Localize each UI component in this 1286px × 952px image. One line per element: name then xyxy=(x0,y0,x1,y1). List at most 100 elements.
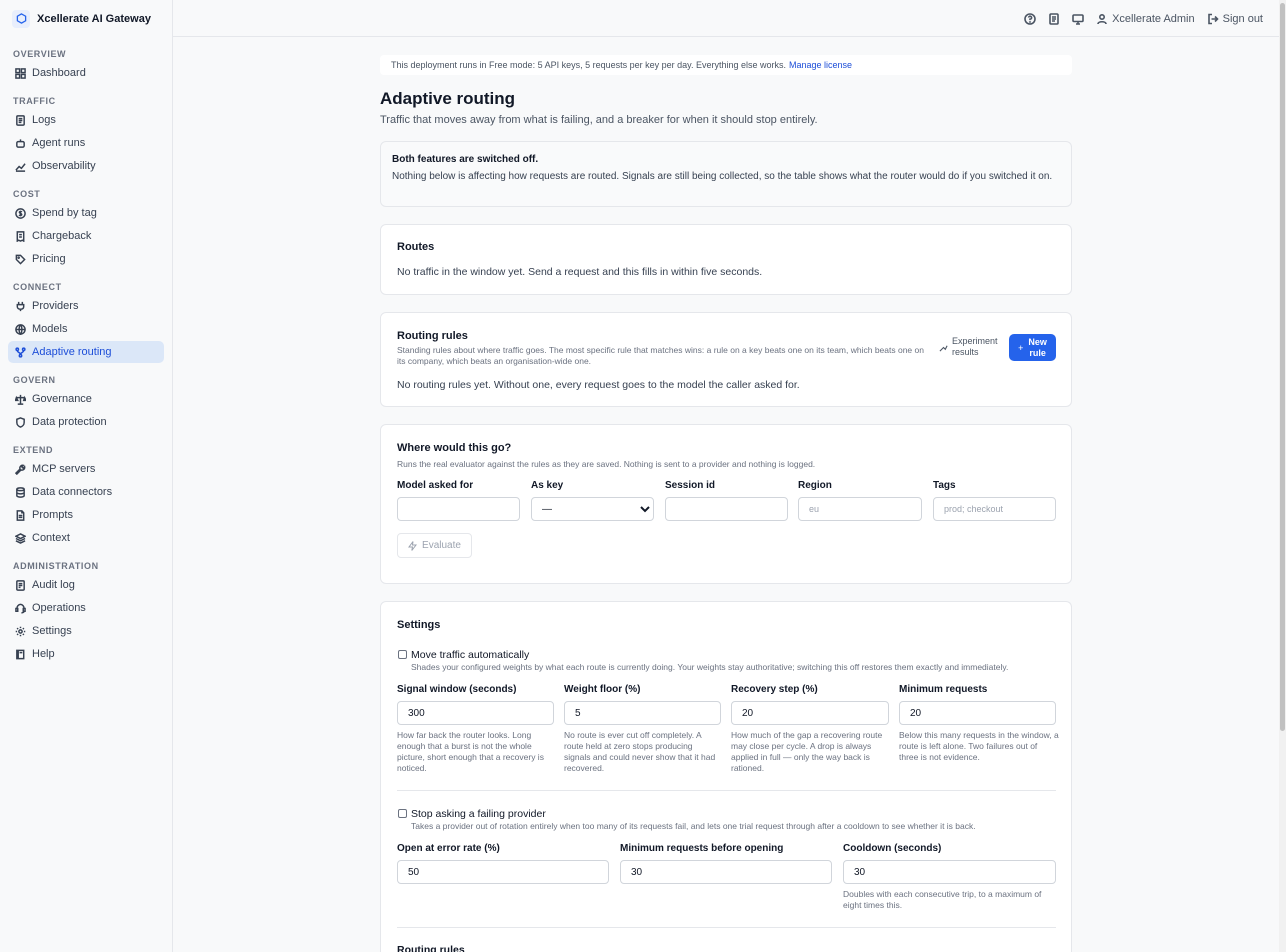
sidebar-item-prompts[interactable]: Prompts xyxy=(8,504,164,526)
sidebar-item-data-protection[interactable]: Data protection xyxy=(8,411,164,433)
sidebar-item-pricing[interactable]: Pricing xyxy=(8,248,164,270)
sidebar-item-logs[interactable]: Logs xyxy=(8,109,164,131)
topbar: Xcellerate Admin Sign out xyxy=(173,0,1279,37)
session-input[interactable] xyxy=(665,497,788,521)
sidebar-item-data-connectors[interactable]: Data connectors xyxy=(8,481,164,503)
cooldown-help: Doubles with each consecutive trip, to a… xyxy=(843,889,1042,910)
user-icon xyxy=(1096,13,1108,25)
sidebar-item-spend-by-tag[interactable]: Spend by tag xyxy=(8,202,164,224)
sidebar-item-help[interactable]: Help xyxy=(8,643,164,665)
error-rate-label: Open at error rate (%) xyxy=(397,843,500,854)
next-routing-rules-heading: Routing rules xyxy=(397,944,465,952)
sidebar-item-context[interactable]: Context xyxy=(8,527,164,549)
cooldown-input[interactable] xyxy=(843,860,1056,884)
breaker-label[interactable]: Stop asking a failing provider xyxy=(411,808,546,820)
min-requests-opening-input[interactable] xyxy=(620,860,832,884)
move-traffic-checkbox[interactable] xyxy=(398,650,407,659)
scroll-thumb[interactable] xyxy=(1280,3,1285,731)
page-scrollbar[interactable] xyxy=(1279,0,1286,952)
sidebar-item-observability[interactable]: Observability xyxy=(8,155,164,177)
sidebar-item-dashboard[interactable]: Dashboard xyxy=(8,62,164,84)
signal-window-help: How far back the router looks. Long enou… xyxy=(397,730,544,773)
sidebar-item-chargeback[interactable]: Chargeback xyxy=(8,225,164,247)
sidebar-item-audit-log[interactable]: Audit log xyxy=(8,574,164,596)
new-rule-button[interactable]: + New rule xyxy=(1009,334,1056,361)
chart-icon xyxy=(14,160,26,172)
notice-title: Both features are switched off. xyxy=(392,154,539,165)
move-traffic-label[interactable]: Move traffic automatically xyxy=(411,649,529,661)
key-select[interactable]: — xyxy=(531,497,654,521)
weight-floor-input[interactable] xyxy=(564,701,721,725)
features-off-notice: Both features are switched off. Nothing … xyxy=(380,141,1072,207)
evaluate-button[interactable]: Evaluate xyxy=(397,533,472,558)
move-traffic-description: Shades your configured weights by what e… xyxy=(411,662,1009,672)
evaluator-description: Runs the real evaluator against the rule… xyxy=(397,459,816,469)
sidebar-item-label: Audit log xyxy=(32,579,75,591)
routing-rules-title: Routing rules xyxy=(397,330,468,342)
nav-section-title: EXTEND xyxy=(13,445,54,455)
nav-section-traffic: TRAFFIC Logs Agent runs Observability xyxy=(0,93,172,177)
sidebar-item-operations[interactable]: Operations xyxy=(8,597,164,619)
plus-icon: + xyxy=(1018,342,1024,353)
sidebar-item-providers[interactable]: Providers xyxy=(8,295,164,317)
error-rate-input[interactable] xyxy=(397,860,609,884)
wrench-icon xyxy=(14,463,26,475)
sign-out-icon xyxy=(1207,13,1219,25)
shield-icon xyxy=(14,416,26,428)
agent-icon xyxy=(14,137,26,149)
brand[interactable]: Xcellerate AI Gateway xyxy=(0,0,172,37)
settings-title: Settings xyxy=(397,619,441,631)
sidebar-item-label: Spend by tag xyxy=(32,207,97,219)
dashboard-icon xyxy=(14,67,26,79)
nav-section-administration: ADMINISTRATION Audit log Operations Setting… xyxy=(0,558,172,665)
page-subtitle: Traffic that moves away from what is fai… xyxy=(380,114,818,126)
routes-card: Routes No traffic in the window yet. Sen… xyxy=(380,224,1072,295)
routing-rules-card: Routing rules Standing rules about where… xyxy=(380,312,1072,407)
sidebar-item-label: Governance xyxy=(32,393,92,405)
monitor-icon[interactable] xyxy=(1072,13,1084,25)
model-input[interactable] xyxy=(397,497,520,521)
sidebar-item-mcp-servers[interactable]: MCP servers xyxy=(8,458,164,480)
nav-section-title: OVERVIEW xyxy=(13,49,67,59)
region-input[interactable] xyxy=(798,497,922,521)
minimum-requests-input[interactable] xyxy=(899,701,1056,725)
routing-rules-description: Standing rules about where traffic goes.… xyxy=(397,345,924,366)
tag-icon xyxy=(14,253,26,265)
sidebar-item-models[interactable]: Models xyxy=(8,318,164,340)
document-icon[interactable] xyxy=(1048,12,1060,25)
sidebar-item-settings[interactable]: Settings xyxy=(8,620,164,642)
sidebar-item-label: Models xyxy=(32,323,68,335)
nav-section-title: TRAFFIC xyxy=(13,96,56,106)
nav-section-title: CONNECT xyxy=(13,282,62,292)
user-menu[interactable]: Xcellerate Admin xyxy=(1096,13,1195,25)
brand-name: Xcellerate AI Gateway xyxy=(37,12,151,25)
breaker-checkbox[interactable] xyxy=(398,809,407,818)
nav-section-cost: COST Spend by tag Chargeback Pricing xyxy=(0,186,172,270)
settings-divider-2 xyxy=(397,927,1056,928)
recovery-step-label: Recovery step (%) xyxy=(731,684,818,695)
signal-window-label: Signal window (seconds) xyxy=(397,684,517,695)
new-rule-label-2: rule xyxy=(1029,347,1046,358)
experiment-label-2: results xyxy=(952,347,979,357)
weight-floor-help: No route is ever cut off completely. A r… xyxy=(564,730,716,773)
recovery-step-help: How much of the gap a recovering route m… xyxy=(731,730,883,773)
settings-card: Settings Move traffic automatically Shad… xyxy=(380,601,1072,952)
signal-window-input[interactable] xyxy=(397,701,554,725)
manage-license-link[interactable]: Manage license xyxy=(789,60,852,70)
sidebar-item-label: Operations xyxy=(32,602,86,614)
tags-input[interactable] xyxy=(933,497,1056,521)
experiment-results-button[interactable]: Experiment results xyxy=(939,336,998,358)
audit-icon xyxy=(14,579,26,591)
help-circle-icon[interactable] xyxy=(1024,12,1036,25)
sidebar-item-adaptive-routing[interactable]: Adaptive routing xyxy=(8,341,164,363)
evaluate-label: Evaluate xyxy=(422,540,461,551)
dollar-icon xyxy=(14,207,26,219)
sign-out-button[interactable]: Sign out xyxy=(1207,13,1263,25)
logs-icon xyxy=(14,114,26,126)
recovery-step-input[interactable] xyxy=(731,701,889,725)
sidebar-item-label: Context xyxy=(32,532,70,544)
sidebar-item-label: Settings xyxy=(32,625,72,637)
sidebar-item-governance[interactable]: Governance xyxy=(8,388,164,410)
nav-section-title: GOVERN xyxy=(13,375,56,385)
sidebar-item-agent-runs[interactable]: Agent runs xyxy=(8,132,164,154)
